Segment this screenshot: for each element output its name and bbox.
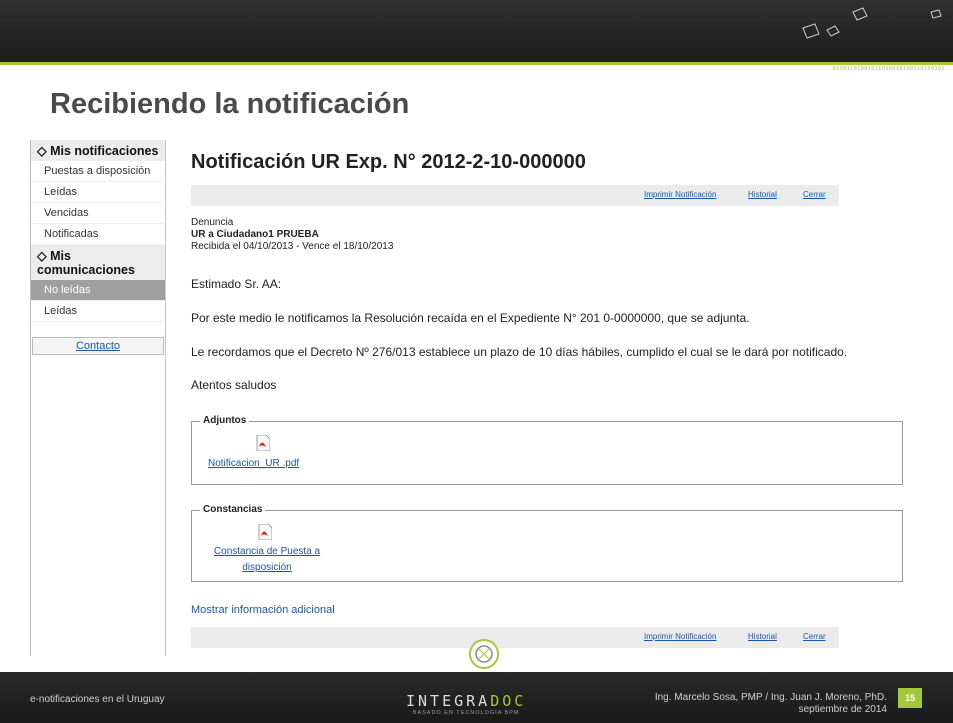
body-text-1: Por este medio le notificamos la Resoluc… [191,311,750,325]
history-link[interactable]: Historial [748,190,777,199]
notification-sender: UR a Ciudadano1 PRUEBA [191,229,319,240]
notification-dates: Recibida el 04/10/2013 - Vence el 18/10/… [191,241,394,252]
footer-authors-line1: Ing. Marcelo Sosa, PMP / Ing. Juan J. Mo… [654,692,887,703]
more-info-link[interactable]: Mostrar información adicional [191,604,335,616]
sidebar: ◇ Mis notificaciones Puestas a disposici… [31,140,166,656]
close-link[interactable]: Cerrar [803,190,826,199]
contact-box: Contacto [32,337,164,355]
brand-emblem-icon [469,639,499,669]
print-link-bottom[interactable]: Imprimir Notificación [644,632,716,641]
sidebar-item-notificadas[interactable]: Notificadas [31,224,165,245]
accent-line [0,62,953,65]
footer-authors: Ing. Marcelo Sosa, PMP / Ing. Juan J. Mo… [625,692,887,716]
constancias-legend: Constancias [200,504,266,515]
history-link-bottom[interactable]: Historial [748,632,777,641]
constancia-link-line2: disposición [242,562,292,573]
slide-header-bar [0,0,953,62]
notification-toolbar: Imprimir Notificación Historial Cerrar [191,185,839,206]
notification-type: Denuncia [191,217,234,228]
attachments-box: Adjuntos Notificacion_UR .pdf [191,415,903,485]
page-number: 15 [898,688,922,708]
closing-text: Atentos saludos [191,378,277,392]
binary-decoration: 01001101001011010010100110100101 [832,66,945,72]
notification-toolbar-bottom: Imprimir Notificación Historial Cerrar [191,627,839,648]
print-link[interactable]: Imprimir Notificación [644,190,716,199]
notification-meta: Denuncia UR a Ciudadano1 PRUEBA Recibida… [191,217,393,253]
greeting-text: Estimado Sr. AA: [191,277,282,291]
sidebar-item-vencidas[interactable]: Vencidas [31,203,165,224]
footer-date: septiembre de 2014 [798,704,887,715]
footer-left-text: e-notificaciones en el Uruguay [30,694,165,705]
contact-link[interactable]: Contacto [76,340,120,352]
notification-panel: Notificación UR Exp. N° 2012-2-10-000000… [191,140,903,656]
app-screenshot: ◇ Mis notificaciones Puestas a disposici… [30,140,925,656]
pdf-file-icon [256,435,270,451]
attachments-legend: Adjuntos [200,415,250,426]
sidebar-item-leidas[interactable]: Leídas [31,182,165,203]
slide-title: Recibiendo la notificación [50,88,410,120]
sidebar-item-puestas[interactable]: Puestas a disposición [31,161,165,182]
brand-suffix: DOC [490,692,527,710]
brand-logo: INTEGRADOC BASADO EN TECNOLOGÍA BPM [406,692,526,716]
brand-prefix: INTEGRA [406,692,491,710]
constancia-link-line1: Constancia de Puesta a [213,546,321,557]
slide-footer: e-notificaciones en el Uruguay INTEGRADO… [0,672,953,723]
attachment-pdf-link[interactable]: Notificacion_UR .pdf [208,456,348,472]
sidebar-item-no-leidas[interactable]: No leídas [31,280,165,301]
close-link-bottom[interactable]: Cerrar [803,632,826,641]
body-text-2: Le recordamos que el Decreto Nº 276/013 … [191,345,848,359]
sidebar-item-com-leidas[interactable]: Leídas [31,301,165,322]
sidebar-section-notificaciones[interactable]: ◇ Mis notificaciones [31,140,165,161]
sidebar-section-comunicaciones[interactable]: ◇ Mis comunicaciones [31,245,165,280]
pdf-file-icon [258,524,272,540]
constancia-pdf-link[interactable]: Constancia de Puesta a disposición [202,544,332,576]
constancias-box: Constancias Constancia de Puesta a dispo… [191,504,903,582]
brand-tagline: BASADO EN TECNOLOGÍA BPM [412,710,520,716]
decorative-cubes-icon [802,7,942,39]
notification-title: Notificación UR Exp. N° 2012-2-10-000000 [191,151,586,173]
